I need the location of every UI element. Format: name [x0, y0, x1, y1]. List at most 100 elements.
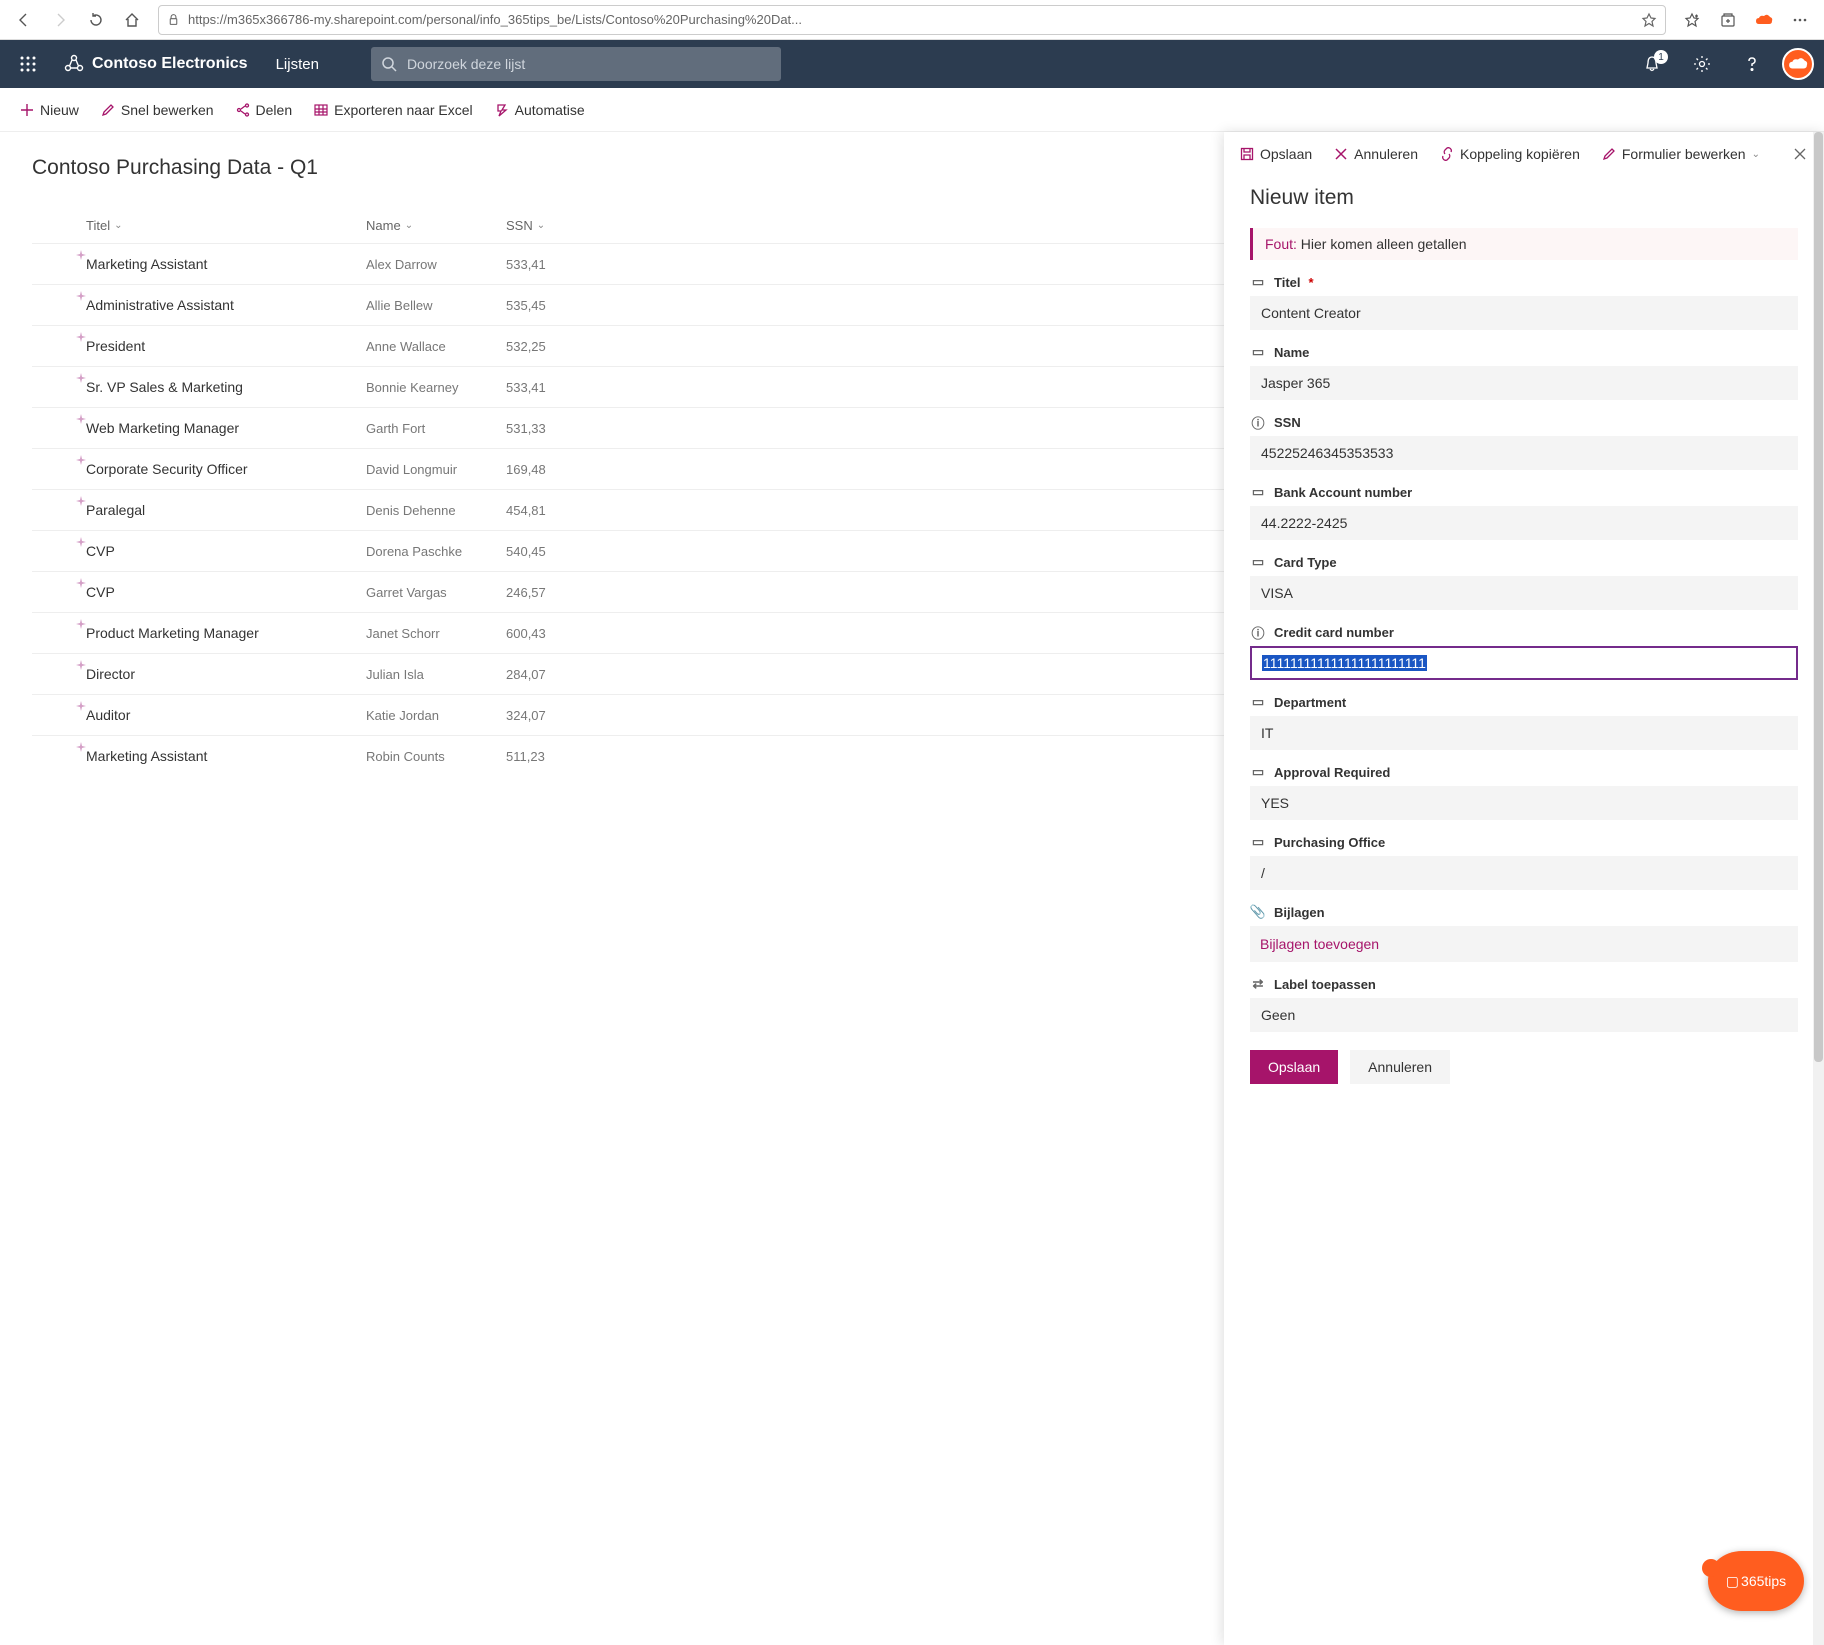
- app-name[interactable]: Lijsten: [276, 56, 319, 73]
- onedrive-icon[interactable]: [1748, 4, 1780, 36]
- header-titel[interactable]: Titel⌄: [86, 218, 366, 233]
- cmd-quick-edit[interactable]: Snel bewerken: [91, 96, 224, 124]
- header-name[interactable]: Name⌄: [366, 218, 506, 233]
- table-row[interactable]: Product Marketing Manager Janet Schorr 6…: [32, 612, 1224, 653]
- text-icon: ▭: [1250, 484, 1266, 500]
- panel-editform-button[interactable]: Formulier bewerken ⌄: [1592, 140, 1770, 168]
- field-titel[interactable]: [1250, 296, 1798, 330]
- table-row[interactable]: CVP Garret Vargas 246,57: [32, 571, 1224, 612]
- panel-title: Nieuw item: [1250, 186, 1798, 210]
- cell-ssn: 540,45: [506, 544, 576, 559]
- cell-ssn: 533,41: [506, 257, 576, 272]
- cell-title: Web Marketing Manager: [86, 420, 366, 436]
- table-row[interactable]: Director Julian Isla 284,07: [32, 653, 1224, 694]
- cell-name: Allie Bellew: [366, 298, 506, 313]
- new-indicator-icon: [76, 332, 86, 342]
- home-button[interactable]: [116, 4, 148, 36]
- lock-icon: [167, 13, 180, 26]
- table-row[interactable]: Corporate Security Officer David Longmui…: [32, 448, 1224, 489]
- field-approval[interactable]: [1250, 786, 1798, 820]
- collections-button[interactable]: [1712, 4, 1744, 36]
- cell-ssn: 600,43: [506, 626, 576, 641]
- cell-name: Robin Counts: [366, 749, 506, 764]
- table-row[interactable]: CVP Dorena Paschke 540,45: [32, 530, 1224, 571]
- app-launcher[interactable]: [4, 40, 52, 88]
- new-indicator-icon: [76, 496, 86, 506]
- help-button[interactable]: [1732, 44, 1772, 84]
- back-button[interactable]: [8, 4, 40, 36]
- cmd-new[interactable]: Nieuw: [10, 96, 89, 124]
- cell-name: Garret Vargas: [366, 585, 506, 600]
- user-avatar[interactable]: [1782, 48, 1814, 80]
- field-bank[interactable]: [1250, 506, 1798, 540]
- header-ssn[interactable]: SSN⌄: [506, 218, 576, 233]
- table-row[interactable]: Paralegal Denis Dehenne 454,81: [32, 489, 1224, 530]
- cell-title: Corporate Security Officer: [86, 461, 366, 477]
- more-button[interactable]: [1784, 4, 1816, 36]
- field-department[interactable]: [1250, 716, 1798, 750]
- table-row[interactable]: Sr. VP Sales & Marketing Bonnie Kearney …: [32, 366, 1224, 407]
- attach-icon: 📎: [1250, 904, 1266, 920]
- cmd-share[interactable]: Delen: [226, 96, 303, 124]
- new-indicator-icon: [76, 291, 86, 301]
- table-row[interactable]: Web Marketing Manager Garth Fort 531,33: [32, 407, 1224, 448]
- favorites-button[interactable]: [1676, 4, 1708, 36]
- new-indicator-icon: [76, 660, 86, 670]
- panel-copylink-button[interactable]: Koppeling kopiëren: [1430, 140, 1590, 168]
- notifications-button[interactable]: 1: [1632, 44, 1672, 84]
- cell-ssn: 532,25: [506, 339, 576, 354]
- panel-cancel-button[interactable]: Annuleren: [1324, 140, 1428, 168]
- info-icon: ⓘ: [1250, 414, 1266, 430]
- table-row[interactable]: Marketing Assistant Robin Counts 511,23: [32, 735, 1224, 776]
- field-ssn[interactable]: [1250, 436, 1798, 470]
- panel-save-button[interactable]: Opslaan: [1230, 140, 1322, 168]
- new-indicator-icon: [76, 455, 86, 465]
- search-input[interactable]: [407, 56, 771, 72]
- cmd-export-excel[interactable]: Exporteren naar Excel: [304, 96, 483, 124]
- search-box[interactable]: [371, 47, 781, 81]
- field-name[interactable]: [1250, 366, 1798, 400]
- brand-logo-icon: [64, 54, 84, 74]
- field-creditcard[interactable]: 111111111111111111111111: [1250, 646, 1798, 680]
- cell-ssn: 454,81: [506, 503, 576, 518]
- forward-button[interactable]: [44, 4, 76, 36]
- scrollbar-thumb[interactable]: [1814, 132, 1823, 1062]
- save-button[interactable]: Opslaan: [1250, 1050, 1338, 1084]
- new-indicator-icon: [76, 701, 86, 711]
- error-message: Fout: Hier komen alleen getallen: [1250, 228, 1798, 260]
- table-row[interactable]: President Anne Wallace 532,25: [32, 325, 1224, 366]
- table-row[interactable]: Auditor Katie Jordan 324,07: [32, 694, 1224, 735]
- scrollbar-track[interactable]: [1813, 132, 1824, 1645]
- url-text: https://m365x366786-my.sharepoint.com/pe…: [188, 12, 1633, 27]
- cell-ssn: 531,33: [506, 421, 576, 436]
- cell-title: Marketing Assistant: [86, 256, 366, 272]
- cancel-button[interactable]: Annuleren: [1350, 1050, 1450, 1084]
- address-bar[interactable]: https://m365x366786-my.sharepoint.com/pe…: [158, 5, 1666, 35]
- field-cardtype[interactable]: [1250, 576, 1798, 610]
- settings-button[interactable]: [1682, 44, 1722, 84]
- refresh-button[interactable]: [80, 4, 112, 36]
- text-icon: ▭: [1250, 834, 1266, 850]
- new-indicator-icon: [76, 373, 86, 383]
- table-row[interactable]: Marketing Assistant Alex Darrow 533,41: [32, 243, 1224, 284]
- cell-title: Administrative Assistant: [86, 297, 366, 313]
- browser-chrome: https://m365x366786-my.sharepoint.com/pe…: [0, 0, 1824, 40]
- cmd-automate[interactable]: Automatise: [485, 96, 595, 124]
- cell-name: Julian Isla: [366, 667, 506, 682]
- text-icon: ▭: [1250, 554, 1266, 570]
- brand: Contoso Electronics Lijsten: [64, 54, 319, 74]
- tips-badge[interactable]: ▢365tips: [1708, 1551, 1804, 1611]
- cell-name: Dorena Paschke: [366, 544, 506, 559]
- label-icon: ⇄: [1250, 976, 1266, 992]
- cell-ssn: 511,23: [506, 749, 576, 764]
- cell-title: Product Marketing Manager: [86, 625, 366, 641]
- field-office[interactable]: [1250, 856, 1798, 890]
- favorite-icon[interactable]: [1641, 12, 1657, 28]
- field-label[interactable]: [1250, 998, 1798, 1032]
- table-row[interactable]: Administrative Assistant Allie Bellew 53…: [32, 284, 1224, 325]
- new-indicator-icon: [76, 537, 86, 547]
- add-attachment-link[interactable]: Bijlagen toevoegen: [1250, 926, 1798, 962]
- cell-title: President: [86, 338, 366, 354]
- list-heading: Contoso Purchasing Data - Q1: [32, 156, 1224, 180]
- notification-badge: 1: [1654, 50, 1668, 64]
